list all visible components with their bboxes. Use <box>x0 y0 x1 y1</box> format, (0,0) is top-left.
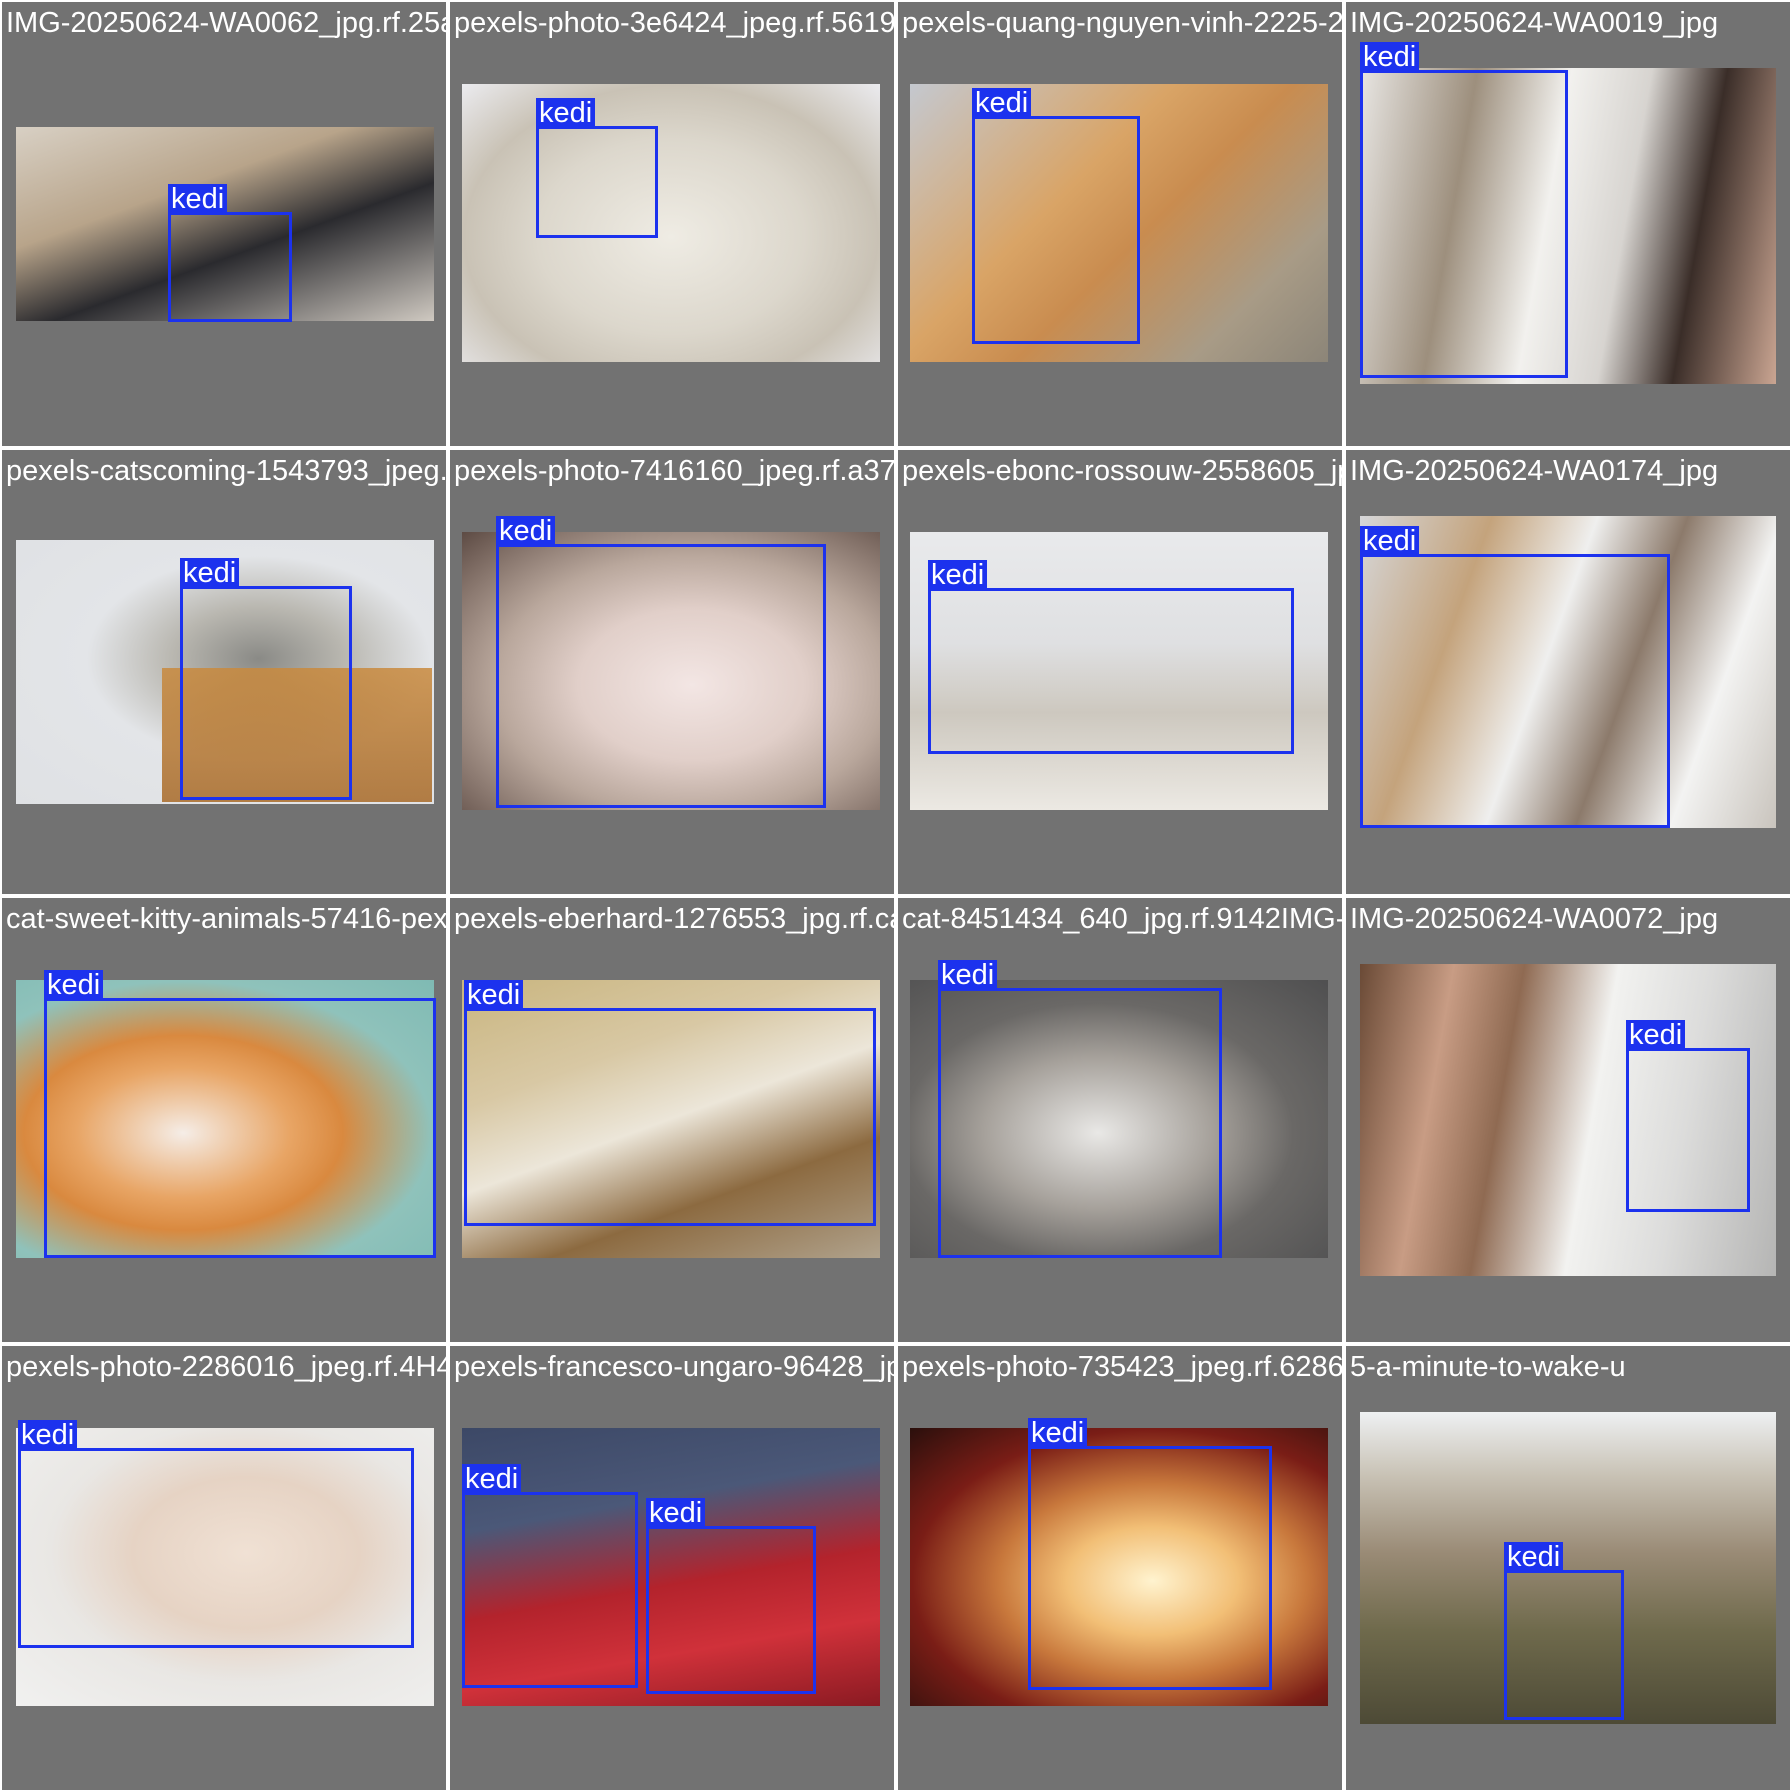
tile-title: IMG-20250624-WA0019_jpg <box>1350 7 1719 39</box>
detection-mosaic: kedi IMG-20250624-WA0062_jpg.rf.25a3b865… <box>0 0 1792 1792</box>
box-label: kedi <box>536 98 596 128</box>
bounding-box: kedi <box>536 98 658 238</box>
tile-12: kedi IMG-20250624-WA0072_jpg <box>1346 898 1790 1342</box>
bounding-box: kedi <box>180 558 352 800</box>
box-label: kedi <box>1626 1020 1686 1050</box>
tile-4: kedi IMG-20250624-WA0019_jpg <box>1346 2 1790 446</box>
tile-title: cat-8451434_640_jpg.rf.9142IMG-20250624-… <box>902 903 1342 935</box>
tile-title: pexels-catscoming-1543793_jpeg.rf.33c887… <box>6 455 446 487</box>
bounding-box: kedi <box>462 1464 638 1688</box>
box-label: kedi <box>1360 526 1420 556</box>
box-label: kedi <box>928 560 988 590</box>
tile-6: kedi pexels-photo-7416160_jpeg.rf.a37459… <box>450 450 894 894</box>
bounding-box: kedi <box>1360 526 1670 828</box>
tile-15: kedi pexels-photo-735423_jpeg.rf.62863a3… <box>898 1346 1342 1790</box>
box-label: kedi <box>462 1464 522 1494</box>
tile-title: pexels-photo-7416160_jpeg.rf.a3745986 <box>454 455 894 487</box>
tile-2: kedi pexels-photo-3e6424_jpeg.rf.5619d98… <box>450 2 894 446</box>
tile-title: pexels-photo-3e6424_jpeg.rf.5619d9845b1 <box>454 7 894 39</box>
tile-16: kedi 5-a-minute-to-wake-u <box>1346 1346 1790 1790</box>
box-label: kedi <box>938 960 998 990</box>
box-label: kedi <box>464 980 524 1010</box>
bounding-box: kedi <box>1504 1542 1624 1720</box>
tile-8: kedi IMG-20250624-WA0174_jpg <box>1346 450 1790 894</box>
box-label: kedi <box>180 558 240 588</box>
tile-title: IMG-20250624-WA0062_jpg.rf.25a3b86555604… <box>6 7 446 39</box>
tile-5: kedi pexels-catscoming-1543793_jpeg.rf.3… <box>2 450 446 894</box>
tile-title: pexels-quang-nguyen-vinh-2225-20250624-W… <box>902 7 1342 39</box>
tile-title: pexels-photo-2286016_jpeg.rf.4H4fa4e0e4c… <box>6 1351 446 1383</box>
bounding-box: kedi <box>928 560 1294 754</box>
box-label: kedi <box>496 516 556 546</box>
box-label: kedi <box>44 970 104 1000</box>
tile-13: kedi pexels-photo-2286016_jpeg.rf.4H4fa4… <box>2 1346 446 1790</box>
bounding-box: kedi <box>464 980 876 1226</box>
tile-title: pexels-eberhard-1276553_jpg.rf.cat-84514… <box>454 903 894 935</box>
box-label: kedi <box>1504 1542 1564 1572</box>
bounding-box: kedi <box>972 88 1140 344</box>
tile-7: kedi pexels-ebonc-rossouw-2558605_jpg.rf… <box>898 450 1342 894</box>
bounding-box: kedi <box>1360 42 1568 378</box>
tile-title: 5-a-minute-to-wake-u <box>1350 1351 1626 1383</box>
box-label: kedi <box>1028 1418 1088 1448</box>
tile-photo <box>462 84 880 362</box>
tile-11: kedi cat-8451434_640_jpg.rf.9142IMG-2025… <box>898 898 1342 1342</box>
bounding-box: kedi <box>1626 1020 1750 1212</box>
bounding-box: kedi <box>168 184 292 322</box>
bounding-box: kedi <box>1028 1418 1272 1690</box>
tile-10: kedi pexels-eberhard-1276553_jpg.rf.cat-… <box>450 898 894 1342</box>
bounding-box: kedi <box>44 970 436 1258</box>
bounding-box: kedi <box>646 1498 816 1694</box>
tile-9: kedi cat-sweet-kitty-animals-57416-pexel… <box>2 898 446 1342</box>
tile-title: cat-sweet-kitty-animals-57416-pexels-ihs… <box>6 903 446 935</box>
tile-1: kedi IMG-20250624-WA0062_jpg.rf.25a3b865… <box>2 2 446 446</box>
tile-title: IMG-20250624-WA0072_jpg <box>1350 903 1719 935</box>
tile-3: kedi pexels-quang-nguyen-vinh-2225-20250… <box>898 2 1342 446</box>
tile-title: pexels-ebonc-rossouw-2558605_jpg.rf.0b24… <box>902 455 1342 487</box>
bounding-box: kedi <box>496 516 826 808</box>
tile-title: pexels-photo-735423_jpeg.rf.62863a3bminu… <box>902 1351 1342 1383</box>
tile-title: pexels-francesco-ungaro-96428_jpg.rf.6fb… <box>454 1351 894 1383</box>
box-label: kedi <box>18 1420 78 1450</box>
bounding-box: kedi <box>18 1420 414 1648</box>
box-label: kedi <box>972 88 1032 118</box>
box-label: kedi <box>1360 42 1420 72</box>
bounding-box: kedi <box>938 960 1222 1258</box>
box-label: kedi <box>646 1498 706 1528</box>
tile-14: kedi kedi pexels-francesco-ungaro-96428_… <box>450 1346 894 1790</box>
tile-title: IMG-20250624-WA0174_jpg <box>1350 455 1719 487</box>
box-label: kedi <box>168 184 228 214</box>
